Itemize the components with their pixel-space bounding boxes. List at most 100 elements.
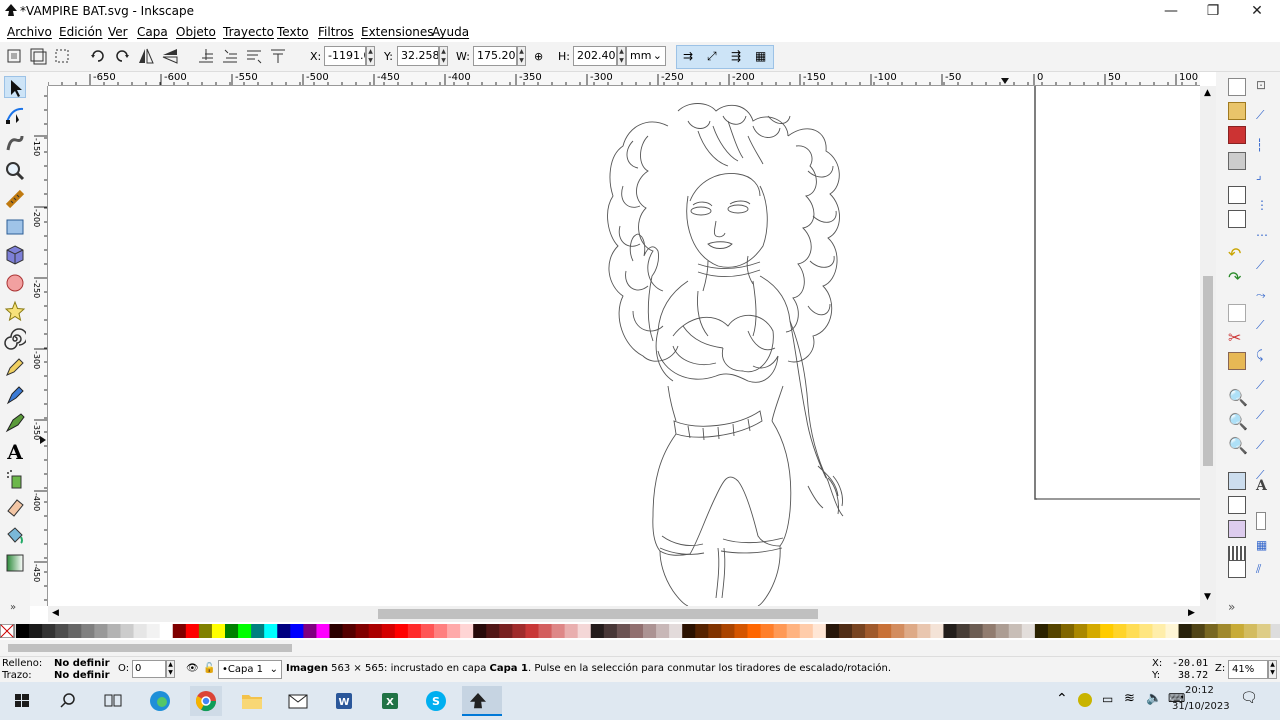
wifi-icon[interactable]: ≋: [1124, 691, 1135, 706]
palette-swatch[interactable]: [825, 624, 840, 638]
snap-page-border-icon[interactable]: [1256, 512, 1266, 530]
palette-swatch[interactable]: [264, 624, 278, 638]
menu-texto[interactable]: Texto: [277, 25, 309, 39]
toolbox-more-icon[interactable]: »: [10, 602, 16, 613]
no-paint-swatch[interactable]: [0, 623, 15, 639]
palette-swatch[interactable]: [94, 624, 108, 638]
measure-icon[interactable]: [4, 188, 26, 210]
palette-swatch[interactable]: [525, 624, 539, 638]
pencil-icon[interactable]: [4, 356, 26, 378]
duplicate-icon[interactable]: [1228, 472, 1246, 490]
palette-swatch[interactable]: [1126, 624, 1140, 638]
palette-swatch[interactable]: [629, 624, 644, 638]
new-document-icon[interactable]: [1228, 78, 1246, 96]
export-icon[interactable]: [1228, 210, 1246, 228]
palette-swatch[interactable]: [1139, 624, 1153, 638]
palette-swatch[interactable]: [603, 624, 618, 638]
palette-swatch[interactable]: [551, 624, 566, 638]
menu-archivo[interactable]: Archivo: [7, 25, 52, 39]
snap-toggle-icon[interactable]: ⊡: [1256, 78, 1274, 96]
unit-select[interactable]: mm ⌄: [626, 46, 666, 66]
palette-swatch[interactable]: [146, 624, 161, 638]
rotate-ccw-icon[interactable]: [88, 46, 108, 66]
snap-bbox-icon[interactable]: ⟋: [1256, 108, 1274, 126]
palette-swatch[interactable]: [695, 624, 709, 638]
zoom-icon[interactable]: [4, 160, 26, 182]
flip-vertical-icon[interactable]: [160, 46, 180, 66]
file-explorer-icon[interactable]: [236, 686, 268, 716]
palette-swatch[interactable]: [81, 624, 95, 638]
volume-icon[interactable]: 🔈: [1146, 691, 1162, 706]
zoom-selection-icon[interactable]: 🔍: [1228, 388, 1248, 407]
deselect-button[interactable]: [52, 46, 72, 66]
palette-swatch[interactable]: [1074, 624, 1088, 638]
3dbox-icon[interactable]: [4, 244, 26, 266]
import-icon[interactable]: [1228, 186, 1246, 204]
notifications-icon[interactable]: 🗨: [1240, 690, 1258, 706]
palette-swatch[interactable]: [225, 624, 239, 638]
snap-nodes-icon[interactable]: ⟋: [1256, 258, 1274, 276]
visibility-icon[interactable]: 👁: [186, 663, 199, 674]
menu-capa[interactable]: Capa: [137, 25, 168, 39]
palette-swatch[interactable]: [499, 624, 513, 638]
palette-swatch[interactable]: [1191, 624, 1206, 638]
palette-swatch[interactable]: [538, 624, 553, 638]
layer-lock-icon[interactable]: 🔓: [203, 663, 215, 674]
palette-swatch[interactable]: [682, 624, 696, 638]
horizontal-scrollbar[interactable]: ◀ ▶: [48, 606, 1216, 622]
scale-corners-icon[interactable]: ⤢: [707, 49, 717, 64]
palette-swatch[interactable]: [734, 624, 748, 638]
palette-swatch[interactable]: [1204, 624, 1219, 638]
snap-line-mid-icon[interactable]: ⟋: [1256, 408, 1274, 426]
transform-patterns-icon[interactable]: ▦: [755, 49, 766, 63]
palette-swatch[interactable]: [355, 624, 370, 638]
y-stepper[interactable]: ▲ ▼: [439, 46, 448, 66]
tray-overflow-icon[interactable]: ⌃: [1056, 691, 1068, 707]
menu-trayecto[interactable]: Trayecto: [223, 25, 274, 39]
palette-swatch[interactable]: [1230, 624, 1245, 638]
snap-cusp-icon[interactable]: ⤹: [1256, 348, 1274, 366]
ellipse-icon[interactable]: [4, 272, 26, 294]
palette-swatch[interactable]: [930, 624, 944, 638]
star-icon[interactable]: [4, 300, 26, 322]
snap-center-icon[interactable]: ⋯: [1256, 228, 1274, 246]
palette-swatch[interactable]: [42, 624, 56, 638]
palette-swatch[interactable]: [995, 624, 1010, 638]
palette-swatch[interactable]: [172, 624, 187, 638]
raise-icon[interactable]: [220, 46, 240, 66]
palette-swatch[interactable]: [1047, 624, 1062, 638]
palette-swatch[interactable]: [656, 624, 670, 638]
palette-swatch[interactable]: [616, 624, 631, 638]
palette-swatch[interactable]: [904, 624, 918, 638]
snap-object-center-icon[interactable]: ⟋: [1256, 438, 1274, 456]
palette-swatch[interactable]: [120, 624, 135, 638]
palette-swatch[interactable]: [721, 624, 735, 638]
palette-swatch[interactable]: [1256, 624, 1271, 638]
snap-path-icon[interactable]: ⤳: [1256, 288, 1274, 306]
palette-swatch[interactable]: [577, 624, 592, 638]
close-button[interactable]: ✕: [1234, 0, 1280, 22]
palette-swatch[interactable]: [1061, 624, 1075, 638]
task-view-icon[interactable]: [97, 686, 129, 716]
zoom-input[interactable]: 41%: [1228, 660, 1268, 679]
flip-horizontal-icon[interactable]: [136, 46, 156, 66]
scale-stroke-icon[interactable]: ⇉: [683, 49, 693, 63]
palette-swatch[interactable]: [786, 624, 801, 638]
palette-swatch[interactable]: [407, 624, 422, 638]
spray-icon[interactable]: [4, 468, 26, 490]
palette-swatch[interactable]: [185, 624, 200, 638]
palette-swatch[interactable]: [852, 624, 866, 638]
calligraphy-icon[interactable]: [4, 412, 26, 434]
raise-to-top-icon[interactable]: [196, 46, 216, 66]
tweak-icon[interactable]: [4, 132, 26, 154]
menu-objeto[interactable]: Objeto: [176, 25, 216, 39]
node-icon[interactable]: [4, 104, 26, 126]
lower-to-bottom-icon[interactable]: [268, 46, 288, 66]
palette-swatch[interactable]: [277, 624, 291, 638]
palette-swatch[interactable]: [368, 624, 383, 638]
palette-swatch[interactable]: [447, 624, 461, 638]
palette-swatch[interactable]: [1178, 624, 1193, 638]
palette-swatch[interactable]: [290, 624, 304, 638]
palette-swatch[interactable]: [1217, 624, 1232, 638]
palette-swatch[interactable]: [1243, 624, 1258, 638]
